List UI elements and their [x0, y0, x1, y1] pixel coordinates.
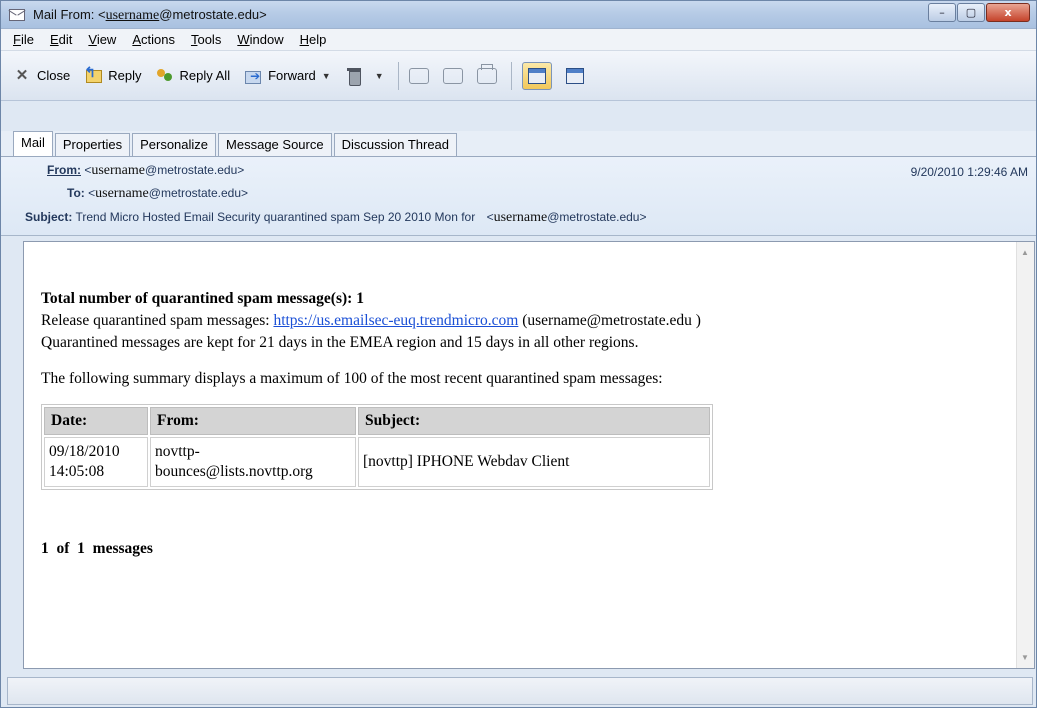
subject-column-header: Subject: — [358, 407, 710, 435]
close-window-button[interactable]: x — [986, 3, 1030, 22]
reply-icon — [84, 64, 103, 85]
menu-file[interactable]: File — [5, 32, 42, 47]
scroll-down-icon[interactable]: ▼ — [1021, 653, 1029, 662]
subject-address: <username@metrostate.edu> — [486, 210, 647, 225]
message-count-line: 1 of 1 messages — [41, 540, 153, 557]
close-icon: ✕ — [15, 66, 29, 84]
delete-dropdown-icon[interactable]: ▼ — [375, 71, 384, 81]
menu-actions[interactable]: Actions — [124, 32, 183, 47]
scroll-up-icon[interactable]: ▲ — [1021, 248, 1029, 257]
menu-help[interactable]: Help — [292, 32, 335, 47]
close-label: Close — [37, 68, 71, 83]
minimize-button[interactable]: – — [928, 3, 956, 22]
subject-row: Subject: Trend Micro Hosted Email Securi… — [25, 210, 646, 226]
menu-bar: File Edit View Actions Tools Window Help — [1, 29, 1036, 51]
reply-label: Reply — [108, 68, 142, 83]
menu-view[interactable]: View — [80, 32, 124, 47]
forward-dropdown-icon[interactable]: ▼ — [322, 71, 331, 81]
menu-window[interactable]: Window — [229, 32, 291, 47]
message-header: From: <username@metrostate.edu> 9/20/201… — [1, 156, 1036, 236]
window-controls: – ▢ x — [927, 3, 1030, 23]
reply-button[interactable]: Reply — [84, 61, 141, 91]
maximize-button[interactable]: ▢ — [957, 3, 985, 22]
header-pane-icon — [527, 67, 546, 84]
previous-message-icon[interactable] — [408, 67, 429, 84]
reading-pane-toggle[interactable] — [521, 61, 552, 90]
release-link[interactable]: https://us.emailsec-euq.trendmicro.com — [273, 312, 518, 329]
date-column-header: Date: — [44, 407, 148, 435]
summary-intro-line: The following summary displays a maximum… — [41, 370, 663, 387]
subject-text: Trend Micro Hosted Email Security quaran… — [75, 210, 476, 224]
message-content: Total number of quarantined spam message… — [41, 288, 1001, 560]
reply-all-icon — [156, 67, 174, 85]
total-count-line: Total number of quarantined spam message… — [41, 290, 364, 307]
reply-all-button[interactable]: Reply All — [156, 61, 231, 91]
to-address[interactable]: <username@metrostate.edu> — [88, 186, 248, 201]
title-bar[interactable]: Mail From: <username@metrostate.edu> – ▢… — [1, 1, 1036, 29]
vertical-scrollbar[interactable]: ▲ ▼ — [1016, 242, 1034, 668]
table-header-row: Date: From: Subject: — [44, 407, 710, 435]
date-cell: 09/18/2010 14:05:08 — [44, 437, 148, 487]
reply-all-label: Reply All — [179, 68, 231, 83]
tab-mail[interactable]: Mail — [13, 131, 53, 157]
forward-button[interactable]: Forward ▼ — [244, 61, 331, 91]
envelope-icon — [9, 9, 25, 21]
message-body: Total number of quarantined spam message… — [23, 241, 1035, 669]
delete-button[interactable]: ▼ — [345, 61, 384, 91]
status-bar — [7, 677, 1033, 705]
window-title: Mail From: <username@metrostate.edu> — [33, 7, 267, 23]
menu-tools[interactable]: Tools — [183, 32, 229, 47]
to-label: To: — [67, 186, 85, 200]
toolbar-separator — [397, 61, 399, 90]
subject-label: Subject: — [25, 210, 73, 224]
layout-toggle[interactable] — [560, 62, 590, 90]
message-date: 9/20/2010 1:29:46 AM — [910, 165, 1028, 179]
menu-edit[interactable]: Edit — [42, 32, 80, 47]
tab-strip: Mail Properties Personalize Message Sour… — [1, 131, 1036, 157]
toolbar-separator — [510, 61, 512, 90]
release-line: Release quarantined spam messages: https… — [41, 312, 701, 329]
table-row: 09/18/2010 14:05:08 novttp-bounces@lists.… — [44, 437, 710, 487]
print-icon[interactable] — [476, 63, 497, 84]
next-message-icon[interactable] — [442, 67, 463, 84]
forward-label: Forward — [268, 68, 316, 83]
to-row: To: <username@metrostate.edu> — [67, 186, 248, 202]
from-label[interactable]: From: — [47, 163, 81, 177]
subject-cell: [novttp] IPHONE Webdav Client — [358, 437, 710, 487]
tab-personalize[interactable]: Personalize — [132, 133, 217, 156]
from-row: From: <username@metrostate.edu> — [47, 163, 244, 179]
from-address[interactable]: <username@metrostate.edu> — [84, 163, 244, 178]
tab-properties[interactable]: Properties — [54, 133, 131, 156]
layout-pane-icon — [565, 67, 584, 84]
from-cell: novttp-bounces@lists.novttp.org — [150, 437, 356, 487]
retention-line: Quarantined messages are kept for 21 day… — [41, 334, 639, 351]
tab-discussion-thread[interactable]: Discussion Thread — [333, 133, 458, 156]
quarantine-summary-table: Date: From: Subject: 09/18/2010 14:05:08 … — [41, 404, 713, 490]
forward-icon — [244, 67, 262, 85]
close-button[interactable]: ✕ Close — [13, 61, 71, 91]
mail-window: Mail From: <username@metrostate.edu> – ▢… — [0, 0, 1037, 708]
from-column-header: From: — [150, 407, 356, 435]
tab-message-source[interactable]: Message Source — [218, 133, 332, 156]
toolbar: ✕ Close Reply Reply All Forward ▼ ▼ — [1, 51, 1036, 101]
trash-icon — [345, 67, 363, 86]
